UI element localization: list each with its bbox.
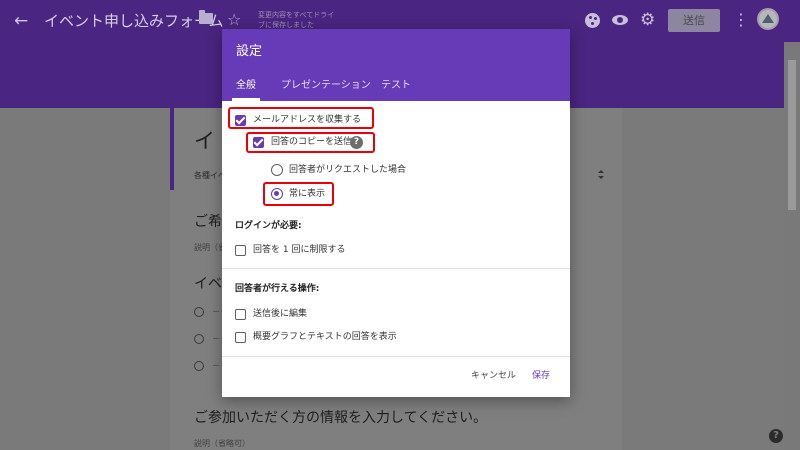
divider [222, 268, 570, 269]
gear-icon[interactable]: ⚙ [640, 8, 655, 32]
tab-quizzes[interactable]: テスト [381, 79, 411, 93]
tab-presentation[interactable]: プレゼンテーション [281, 79, 371, 93]
login-required-heading: ログインが必要: [235, 221, 302, 231]
more-vert-icon[interactable]: ⋮ [733, 9, 749, 31]
summary-charts-label: 概要グラフとテキストの回答を表示 [253, 332, 397, 342]
save-button[interactable]: 保存 [532, 370, 550, 382]
help-icon[interactable]: ? [769, 429, 783, 443]
edit-after-submit-label: 送信後に編集 [253, 309, 308, 319]
palette-icon[interactable] [585, 13, 600, 28]
page-scrollbar[interactable] [784, 42, 800, 450]
folder-icon[interactable] [199, 10, 213, 24]
dialog-header: 設定 全般 プレゼンテーション テスト [222, 29, 570, 101]
back-arrow-icon[interactable]: ← [14, 9, 34, 33]
form-title[interactable]: イ [194, 126, 215, 156]
highlight-box-always [263, 182, 334, 206]
highlight-box-collect-email [228, 107, 374, 129]
stepper-icon[interactable] [598, 170, 604, 180]
dialog-title: 設定 [236, 44, 263, 59]
edit-after-submit-checkbox[interactable] [235, 309, 246, 320]
radio-on-request-label: 回答者がリクエストした場合 [289, 165, 407, 175]
tab-general[interactable]: 全般 [236, 79, 256, 93]
section-note: 説明（省略可） [194, 439, 250, 448]
preview-eye-icon[interactable] [612, 15, 628, 25]
settings-dialog: 設定 全般 プレゼンテーション テスト メールアドレスを収集する 回答のコピーを… [222, 29, 570, 397]
respondent-can-heading: 回答者が行える操作: [235, 284, 320, 294]
radio-option[interactable] [194, 361, 204, 371]
cancel-button[interactable]: キャンセル [471, 370, 516, 382]
radio-option[interactable] [194, 334, 204, 344]
highlight-box-send-copy [246, 132, 375, 153]
limit-one-response-checkbox[interactable] [235, 245, 246, 256]
scrollbar-thumb[interactable] [788, 60, 796, 210]
avatar[interactable] [757, 8, 779, 30]
radio-on-request[interactable] [271, 164, 283, 176]
divider [222, 356, 570, 357]
radio-option[interactable] [194, 307, 204, 317]
summary-charts-checkbox[interactable] [235, 332, 246, 343]
save-status: 変更内容をすべてドライブに保存しました [258, 11, 335, 29]
active-tab-indicator [232, 98, 260, 101]
form-name[interactable]: イベント申し込みフォーム [44, 9, 224, 33]
limit-one-response-label: 回答を 1 回に制限する [253, 245, 346, 255]
active-section-accent [170, 108, 174, 190]
send-button[interactable]: 送信 [668, 9, 720, 32]
section-title[interactable]: ご参加いただく方の情報を入力してください。 [194, 408, 487, 428]
